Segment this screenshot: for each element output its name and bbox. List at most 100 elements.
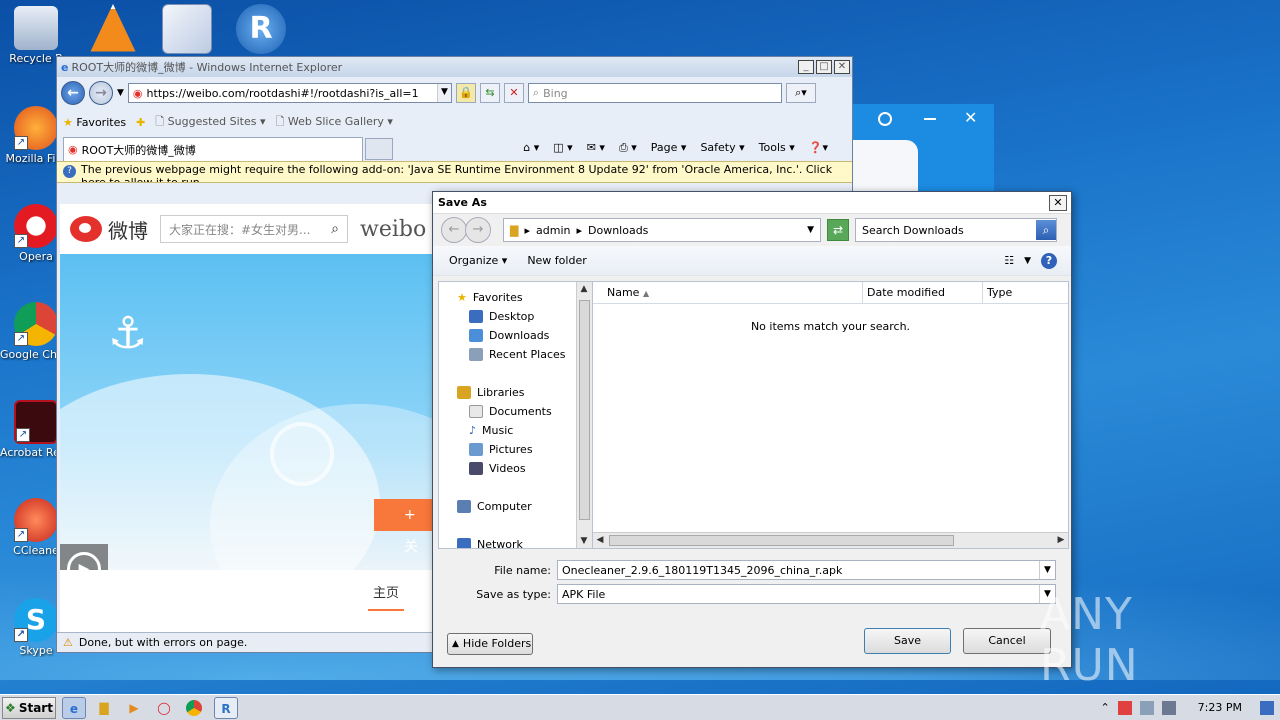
address-bar[interactable]: ◉ https://weibo.com/rootdashi#!/rootdash… [127, 83, 452, 103]
action-center-icon[interactable] [1117, 700, 1132, 715]
file-name-input[interactable]: Onecleaner_2.9.6_180119T1345_2096_china_… [557, 560, 1056, 580]
search-icon[interactable]: ⌕ [331, 221, 339, 237]
weibo-search-input[interactable]: 大家正在搜：#女生对男... ⌕ [160, 215, 348, 243]
home-icon[interactable]: ⌂ ▾ [523, 141, 539, 155]
circle-icon[interactable] [878, 112, 892, 126]
view-options-icon[interactable]: ☷ [1004, 254, 1014, 267]
add-favorite-icon[interactable]: ✚ [136, 116, 145, 129]
scroll-up-icon[interactable]: ▲ [577, 282, 591, 296]
save-button[interactable]: Save [864, 628, 951, 654]
follow-button[interactable]: + 关 [374, 499, 434, 555]
volume-icon[interactable] [1161, 700, 1176, 715]
start-button[interactable]: ❖ Start [2, 696, 56, 719]
close-button[interactable]: ✕ [1049, 194, 1067, 211]
ie-titlebar[interactable]: e ROOT大师的微博_微博 - Windows Internet Explor… [57, 57, 852, 77]
column-type[interactable]: Type [983, 282, 1068, 303]
file-list[interactable]: Name ▲ Date modified Type No items match… [593, 281, 1069, 549]
taskbar-r-icon[interactable]: R [214, 696, 238, 719]
save-type-select[interactable]: APK File ▼ [557, 584, 1056, 604]
nav-item-pictures[interactable]: Pictures [457, 440, 592, 459]
navigation-pane[interactable]: ★ Favorites Desktop Downloads Recent Plac… [438, 281, 593, 549]
back-button[interactable]: ← [61, 81, 85, 105]
taskbar-ie-icon[interactable]: e [62, 696, 86, 719]
nav-item-recent-places[interactable]: Recent Places [457, 345, 592, 364]
tray-expand-icon[interactable]: ⌃ [1100, 701, 1109, 714]
nav-item-favorites[interactable]: ★ Favorites [457, 288, 592, 307]
breadcrumb-item[interactable]: admin [536, 224, 570, 237]
suggested-sites-link[interactable]: 🗋 Suggested Sites ▾ [155, 113, 265, 132]
chevron-down-icon[interactable]: ▼ [807, 225, 814, 235]
new-tab-button[interactable] [365, 138, 393, 160]
nav-item-network[interactable]: Network [457, 535, 592, 548]
address-dropdown-icon[interactable]: ▼ [436, 84, 451, 102]
back-button[interactable]: ← [441, 217, 467, 243]
page-menu[interactable]: Page ▾ [651, 141, 687, 155]
nav-item-videos[interactable]: Videos [457, 459, 592, 478]
search-icon[interactable]: ⌕ [1036, 220, 1056, 240]
search-button[interactable]: ⌕▾ [785, 83, 816, 103]
r-icon[interactable]: R [236, 4, 286, 54]
forward-button[interactable]: → [465, 217, 491, 243]
lock-icon[interactable]: 🔒 [455, 83, 476, 103]
hide-folders-button[interactable]: ▲ Hide Folders [447, 633, 533, 655]
tab-home[interactable]: 主页 [368, 582, 404, 611]
nav-item-computer[interactable]: Computer [457, 497, 592, 516]
browser-tab[interactable]: ◉ ROOT大师的微博_微博 [63, 137, 363, 161]
background-window[interactable]: ✕ [838, 104, 994, 194]
safety-menu[interactable]: Safety ▾ [700, 141, 744, 155]
column-name[interactable]: Name ▲ [593, 282, 863, 303]
minimize-button[interactable]: _ [798, 60, 814, 74]
minimize-icon[interactable] [924, 118, 936, 120]
navigation-scrollbar[interactable]: ▲ ▼ [576, 282, 592, 548]
nav-item-downloads[interactable]: Downloads [457, 326, 592, 345]
nav-item-music[interactable]: ♪ Music [457, 421, 592, 440]
history-dropdown-icon[interactable]: ▼ [117, 88, 124, 98]
maximize-button[interactable]: □ [816, 60, 832, 74]
organize-menu[interactable]: Organize ▾ [449, 254, 507, 267]
refresh-button[interactable]: ⇄ [827, 219, 849, 241]
new-folder-button[interactable]: New folder [527, 254, 586, 267]
help-icon[interactable]: ? [1041, 252, 1057, 269]
help-icon[interactable]: ❓▾ [809, 141, 828, 155]
clock[interactable]: 7:23 PM [1198, 701, 1242, 714]
close-icon[interactable]: ✕ [964, 108, 977, 127]
search-input[interactable]: ⌕ Bing [527, 83, 782, 103]
network-tray-icon[interactable] [1139, 700, 1154, 715]
breadcrumb[interactable]: ▇ ▸ admin ▸ Downloads ▼ [503, 218, 821, 242]
dialog-titlebar[interactable]: Save As ✕ [433, 192, 1071, 214]
chevron-down-icon[interactable]: ▼ [1024, 256, 1031, 266]
scroll-thumb[interactable] [609, 535, 954, 546]
save-as-dialog[interactable]: Save As ✕ ← → ▇ ▸ admin ▸ Downloads ▼ ⇄ … [432, 191, 1072, 668]
scroll-down-icon[interactable]: ▼ [577, 534, 591, 548]
nav-item-desktop[interactable]: Desktop [457, 307, 592, 326]
nav-item-libraries[interactable]: Libraries [457, 383, 592, 402]
feeds-icon[interactable]: ◫ ▾ [553, 141, 572, 155]
breadcrumb-item[interactable]: Downloads [588, 224, 648, 237]
web-slice-gallery-link[interactable]: 🗋 Web Slice Gallery ▾ [276, 113, 393, 132]
taskbar-opera-icon[interactable]: ◯ [152, 697, 176, 719]
favorites-button[interactable]: ★ Favorites [63, 116, 126, 129]
forward-button[interactable]: → [89, 81, 113, 105]
taskbar-chrome-icon[interactable] [186, 699, 202, 716]
scroll-right-icon[interactable]: ▶ [1054, 533, 1068, 547]
file-list-scrollbar[interactable]: ◀ ▶ [593, 532, 1068, 548]
search-input[interactable]: Search Downloads ⌕ [855, 218, 1057, 242]
column-date-modified[interactable]: Date modified [863, 282, 983, 303]
nav-item-documents[interactable]: Documents [457, 402, 592, 421]
warning-icon[interactable]: ⚠ [63, 636, 73, 649]
vlc-icon[interactable] [90, 4, 136, 52]
weibo-logo[interactable]: 微博 [70, 215, 148, 244]
video-widget[interactable]: ▶ [60, 544, 108, 570]
cancel-button[interactable]: Cancel [963, 628, 1051, 654]
taskbar-media-player-icon[interactable]: ▶ [122, 697, 146, 719]
close-button[interactable]: ✕ [834, 60, 850, 74]
information-bar[interactable]: ? The previous webpage might require the… [57, 161, 852, 183]
print-icon[interactable]: ⎙ ▾ [619, 141, 637, 155]
show-desktop-icon[interactable] [1260, 700, 1274, 715]
mail-icon[interactable]: ✉ ▾ [587, 141, 605, 155]
scroll-thumb[interactable] [579, 300, 590, 520]
refresh-icon[interactable]: ⇆ [479, 83, 500, 103]
chevron-down-icon[interactable]: ▼ [1039, 561, 1055, 579]
scroll-left-icon[interactable]: ◀ [593, 533, 607, 547]
word-icon[interactable] [162, 4, 212, 54]
